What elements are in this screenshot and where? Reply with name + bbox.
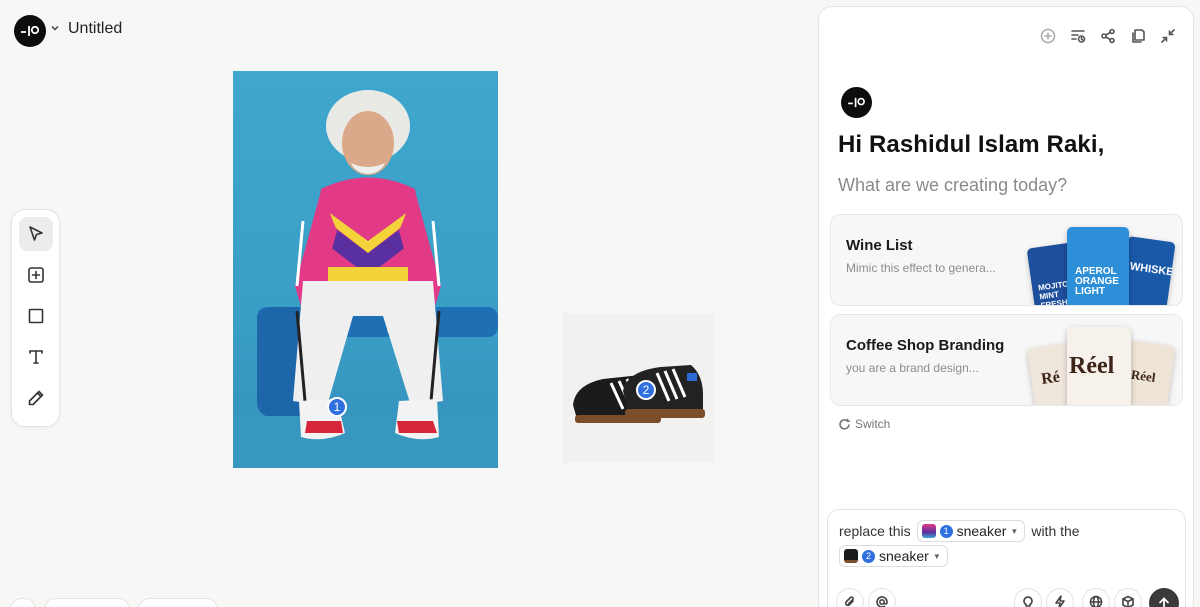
- mention-thumbnail: [844, 549, 858, 563]
- new-chat-button[interactable]: [1039, 27, 1057, 45]
- greeting-heading: Hi Rashidul Islam Raki,: [838, 131, 1105, 158]
- model-button[interactable]: [1114, 588, 1142, 607]
- arrow-up-icon: [1159, 597, 1169, 607]
- square-icon: [28, 308, 44, 324]
- rectangle-tool-button[interactable]: [19, 299, 53, 333]
- mention-thumbnail: [921, 524, 936, 538]
- ideas-button[interactable]: [1014, 588, 1042, 607]
- chevron-down-icon[interactable]: [50, 23, 60, 33]
- template-card-coffee-branding[interactable]: Coffee Shop Branding you are a brand des…: [830, 314, 1183, 406]
- switch-templates-button[interactable]: Switch: [838, 417, 890, 431]
- add-frame-button[interactable]: [19, 258, 53, 292]
- select-tool-button[interactable]: [19, 217, 53, 251]
- prompt-text: with the: [1031, 523, 1080, 539]
- card-title: Wine List: [846, 237, 913, 254]
- card-title: Coffee Shop Branding: [846, 337, 1005, 354]
- text-tool-button[interactable]: [19, 340, 53, 374]
- tool-palette: [11, 209, 60, 427]
- template-card-wine-list[interactable]: Wine List Mimic this effect to genera...…: [830, 214, 1183, 306]
- files-button[interactable]: [1129, 27, 1147, 45]
- man-illustration: [233, 90, 498, 468]
- mention-label: sneaker: [879, 548, 929, 564]
- prompt-composer[interactable]: replace this 1 sneaker ▼ with the 2 snea…: [827, 509, 1186, 607]
- bottom-chip-3[interactable]: [138, 598, 218, 607]
- mention-badge: 1: [939, 524, 953, 538]
- share-button[interactable]: [1099, 27, 1117, 45]
- switch-label: Switch: [855, 417, 891, 431]
- plus-square-icon: [28, 267, 44, 283]
- plus-circle-icon: [1040, 28, 1056, 44]
- at-sign-icon: [876, 596, 888, 607]
- prompt-text: replace this: [839, 523, 911, 539]
- cube-icon: [1122, 595, 1134, 607]
- mention-chip-2[interactable]: 2 sneaker ▼: [839, 545, 948, 567]
- card-description: Mimic this effect to genera...: [846, 261, 996, 275]
- greeting-subtitle: What are we creating today?: [838, 175, 1068, 195]
- mention-button[interactable]: [868, 588, 896, 607]
- document-title[interactable]: Untitled: [68, 20, 122, 38]
- web-search-button[interactable]: [1082, 588, 1110, 607]
- assistant-panel: Hi Rashidul Islam Raki, What are we crea…: [818, 6, 1194, 607]
- pencil-icon: [28, 390, 44, 406]
- composer-line-1: replace this 1 sneaker ▼ with the: [839, 520, 1080, 542]
- quick-mode-button[interactable]: [1046, 588, 1074, 607]
- bottom-chip-2[interactable]: [44, 598, 130, 607]
- card-description: you are a brand design...: [846, 361, 979, 375]
- photo-man-tracksuit[interactable]: 1: [233, 71, 498, 468]
- history-list-icon: [1071, 30, 1086, 43]
- chevron-down-icon: ▼: [1010, 526, 1019, 536]
- globe-icon: [1089, 595, 1103, 607]
- lightning-icon: [1055, 595, 1065, 607]
- composer-line-2: 2 sneaker ▼: [839, 545, 948, 567]
- attach-button[interactable]: [836, 588, 864, 607]
- logo-mark-icon: [21, 25, 40, 36]
- mention-chip-1[interactable]: 1 sneaker ▼: [916, 520, 1026, 542]
- pointer-icon: [29, 226, 43, 241]
- collapse-panel-button[interactable]: [1159, 27, 1177, 45]
- send-button[interactable]: [1149, 588, 1179, 607]
- image-marker-1[interactable]: 1: [327, 397, 347, 417]
- mention-badge: 2: [862, 549, 875, 563]
- collapse-arrows-icon: [1161, 29, 1175, 43]
- image-marker-2[interactable]: 2: [636, 380, 656, 400]
- card-thumb: APEROL ORANGE LIGHT: [1067, 227, 1129, 305]
- chevron-down-icon: ▼: [932, 551, 941, 561]
- mention-label: sneaker: [956, 523, 1007, 539]
- bottom-chip-1[interactable]: [10, 598, 36, 607]
- paperclip-icon: [844, 596, 854, 607]
- lightbulb-icon: [1023, 596, 1033, 607]
- pen-tool-button[interactable]: [19, 381, 53, 415]
- text-icon: [29, 350, 43, 364]
- refresh-icon: [839, 418, 850, 430]
- panel-toolbar: [1039, 27, 1177, 45]
- photo-sneakers[interactable]: 2: [563, 313, 714, 463]
- assistant-logo: [841, 87, 872, 118]
- share-icon: [1101, 28, 1115, 44]
- logo-mark-icon: [848, 97, 865, 108]
- app-logo[interactable]: [14, 15, 46, 47]
- history-button[interactable]: [1069, 27, 1087, 45]
- file-copy-icon: [1132, 29, 1145, 43]
- card-thumb: Réel: [1067, 327, 1131, 405]
